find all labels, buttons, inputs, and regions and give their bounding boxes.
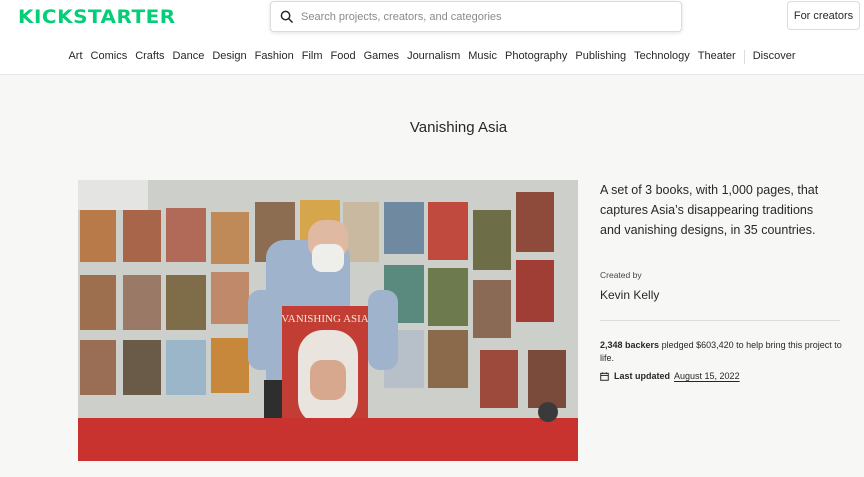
nav-fashion[interactable]: Fashion <box>255 50 294 64</box>
created-by-label: Created by <box>600 270 642 280</box>
kickstarter-logo[interactable]: KICKSTARTER <box>18 6 176 28</box>
last-updated-label: Last updated <box>614 371 671 381</box>
nav-dance[interactable]: Dance <box>173 50 205 64</box>
last-updated-date-link[interactable]: August 15, 2022 <box>674 371 740 381</box>
nav-food[interactable]: Food <box>331 50 356 64</box>
nav-photography[interactable]: Photography <box>505 50 567 64</box>
category-nav: Art Comics Crafts Dance Design Fashion F… <box>0 50 864 64</box>
for-creators-button[interactable]: For creators <box>787 1 860 30</box>
nav-publishing[interactable]: Publishing <box>575 50 626 64</box>
book-title: VANISHING ASIA <box>281 313 369 325</box>
nav-technology[interactable]: Technology <box>634 50 690 64</box>
nav-games[interactable]: Games <box>364 50 399 64</box>
search-input[interactable] <box>301 10 661 23</box>
search-icon <box>280 10 293 23</box>
project-title: Vanishing Asia <box>409 119 508 136</box>
divider <box>600 320 840 321</box>
nav-crafts[interactable]: Crafts <box>135 50 164 64</box>
creator-name-link[interactable]: Kevin Kelly <box>600 288 659 302</box>
nav-journalism[interactable]: Journalism <box>407 50 460 64</box>
nav-film[interactable]: Film <box>302 50 323 64</box>
nav-divider <box>743 50 745 64</box>
backers-summary: 2,348 backers pledged $603,420 to help b… <box>600 339 845 365</box>
nav-discover[interactable]: Discover <box>753 50 796 64</box>
video-frame: VANISHING ASIA <box>78 180 578 461</box>
project-video[interactable]: VANISHING ASIA <box>78 180 578 461</box>
nav-music[interactable]: Music <box>468 50 497 64</box>
last-updated: Last updated August 15, 2022 <box>600 371 740 381</box>
nav-art[interactable]: Art <box>68 50 82 64</box>
backers-count: 2,348 backers <box>600 340 660 350</box>
nav-comics[interactable]: Comics <box>91 50 128 64</box>
nav-design[interactable]: Design <box>212 50 246 64</box>
nav-theater[interactable]: Theater <box>698 50 736 64</box>
site-header: KICKSTARTER For creators Art Comics Craf… <box>0 0 864 75</box>
red-table <box>78 418 578 461</box>
calendar-icon <box>600 371 609 381</box>
project-blurb: A set of 3 books, with 1,000 pages, that… <box>600 183 819 237</box>
search-bar[interactable] <box>270 1 682 32</box>
